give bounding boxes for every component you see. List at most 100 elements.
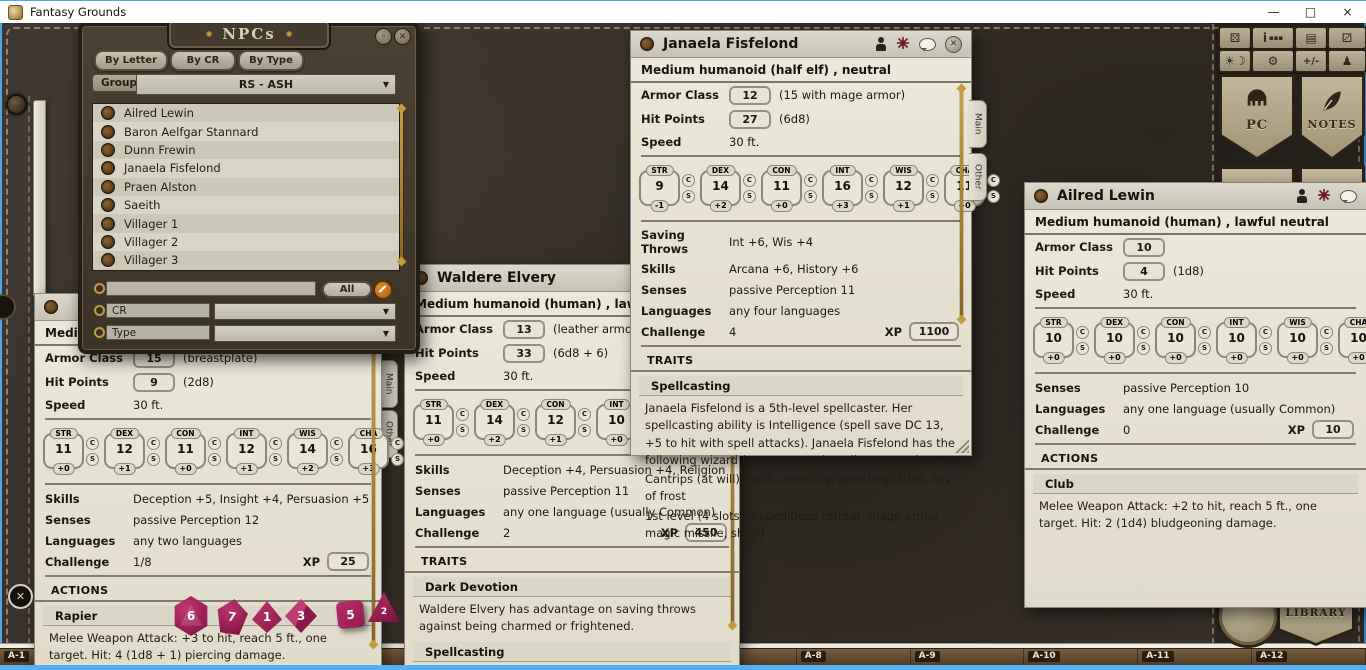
xp-value[interactable]: 25 [327, 552, 369, 571]
ability-save-button[interactable]: S [865, 190, 878, 203]
ability-save-button[interactable]: S [86, 453, 99, 466]
ability-save-button[interactable]: S [269, 453, 282, 466]
ability-check-button[interactable]: C [208, 437, 221, 450]
token-icon[interactable] [1296, 189, 1308, 203]
edit-list-button[interactable] [373, 280, 393, 300]
dice-bag-icon[interactable]: ⚂ [1327, 26, 1366, 50]
npc-link-icon[interactable] [101, 106, 115, 120]
spider-link-icon[interactable] [1317, 187, 1331, 206]
tab-main-janaela[interactable]: Main [969, 100, 987, 148]
npc-link-icon[interactable] [101, 161, 115, 175]
armor-class-value[interactable]: 10 [1123, 238, 1165, 257]
ability-save-button[interactable]: S [1259, 342, 1272, 355]
npc-link-icon[interactable] [101, 198, 115, 212]
ability-check-button[interactable]: C [926, 174, 939, 187]
ability-score[interactable]: 10 [1157, 331, 1194, 345]
npc-link-icon[interactable] [1034, 189, 1048, 203]
ability-save-button[interactable]: S [456, 424, 469, 437]
npc-list-scrollbar[interactable] [400, 109, 403, 261]
npc-search-input[interactable] [106, 281, 316, 296]
ability-check-button[interactable]: C [865, 174, 878, 187]
npc-link-icon[interactable] [101, 143, 115, 157]
hotkey-slot[interactable]: A-10 [1024, 649, 1138, 666]
npc-link-icon[interactable] [101, 125, 115, 139]
ability-check-button[interactable]: C [1198, 326, 1211, 339]
ability-score[interactable]: 12 [885, 179, 922, 193]
npc-list-item[interactable]: Villager 1 [93, 214, 399, 232]
npc-list-item[interactable]: Villager 3 [93, 251, 399, 269]
ability-score[interactable]: 10 [1279, 331, 1316, 345]
ability-save-button[interactable]: S [391, 453, 404, 466]
npc-list-item[interactable]: Villager 2 [93, 233, 399, 251]
xp-value[interactable]: 1100 [909, 322, 959, 341]
token-icon[interactable] [875, 37, 887, 51]
ability-save-button[interactable]: S [330, 453, 343, 466]
ability-check-button[interactable]: C [517, 408, 530, 421]
ability-check-button[interactable]: C [330, 437, 343, 450]
pc-banner[interactable]: PC [1219, 74, 1295, 160]
hit-points-value[interactable]: 9 [133, 373, 175, 392]
cr-filter-dropdown[interactable]: ▼ [214, 303, 396, 320]
ability-score[interactable]: 11 [415, 413, 452, 427]
ability-score[interactable]: 10 [1218, 331, 1255, 345]
ability-score[interactable]: 12 [228, 442, 265, 456]
ability-check-button[interactable]: C [987, 174, 1000, 187]
armor-class-value[interactable]: 13 [503, 320, 545, 339]
npc-link-icon[interactable] [101, 180, 115, 194]
chat-bubble-icon[interactable] [919, 38, 936, 51]
armor-class-value[interactable]: 12 [729, 86, 771, 105]
trait-item[interactable]: Spellcasting [413, 642, 731, 662]
ability-score[interactable]: 10 [1096, 331, 1133, 345]
ability-score[interactable]: 9 [641, 179, 678, 193]
book-icon[interactable]: ▤ [1294, 26, 1328, 50]
ability-save-button[interactable]: S [682, 190, 695, 203]
d6-die[interactable]: 5 [336, 600, 366, 630]
trait-item[interactable]: Dark Devotion [413, 577, 731, 597]
tab-by-letter[interactable]: By Letter [94, 50, 168, 71]
maximize-button[interactable]: □ [1292, 1, 1329, 23]
hit-points-value[interactable]: 4 [1123, 262, 1165, 281]
tab-other-janaela[interactable]: Other [969, 153, 987, 201]
ability-check-button[interactable]: C [1259, 326, 1272, 339]
modifier-stack-icon[interactable] [8, 584, 33, 609]
ability-score[interactable]: 14 [702, 179, 739, 193]
ability-save-button[interactable]: S [1137, 342, 1150, 355]
ability-save-button[interactable]: S [804, 190, 817, 203]
ability-check-button[interactable]: C [456, 408, 469, 421]
settings-gear-icon[interactable]: ⚙ [1251, 49, 1295, 73]
action-item[interactable]: Rapier [43, 606, 373, 626]
ability-save-button[interactable]: S [208, 453, 221, 466]
ability-check-button[interactable]: C [1137, 326, 1150, 339]
ability-score[interactable]: 16 [824, 179, 861, 193]
ability-score[interactable]: 11 [763, 179, 800, 193]
ability-save-button[interactable]: S [147, 453, 160, 466]
hotkey-slot[interactable]: A-9 [911, 649, 1025, 666]
action-item[interactable]: Club [1033, 474, 1358, 494]
npc-list-item[interactable]: Baron Aelfgar Stannard [93, 122, 399, 140]
tab-by-type[interactable]: By Type [238, 50, 304, 71]
npc-list-item[interactable]: Janaela Fisfelond [93, 159, 399, 177]
npc-list-item[interactable]: Saeith [93, 196, 399, 214]
ability-check-button[interactable]: C [86, 437, 99, 450]
ability-check-button[interactable]: C [682, 174, 695, 187]
ability-score[interactable]: 14 [289, 442, 326, 456]
ability-check-button[interactable]: C [804, 174, 817, 187]
ability-save-button[interactable]: S [743, 190, 756, 203]
window-pin-button[interactable]: ◦ [375, 28, 392, 45]
ability-score[interactable]: 11 [45, 442, 82, 456]
spider-link-icon[interactable] [896, 35, 910, 54]
ability-score[interactable]: 12 [106, 442, 143, 456]
filter-all-button[interactable]: All [322, 281, 372, 298]
type-filter-dropdown[interactable]: ▼ [214, 325, 396, 342]
hotkey-slot[interactable]: A-11 [1138, 649, 1252, 666]
ability-save-button[interactable]: S [517, 424, 530, 437]
ability-score[interactable]: 10 [1340, 331, 1366, 345]
tab-main-left-sheet[interactable]: Main [380, 360, 398, 408]
ability-score[interactable]: 16 [350, 442, 387, 456]
lighting-icon[interactable]: ☀☽ [1218, 49, 1252, 73]
ability-score[interactable]: 14 [476, 413, 513, 427]
ability-score[interactable]: 10 [1035, 331, 1072, 345]
ability-score[interactable]: 12 [537, 413, 574, 427]
minimize-button[interactable]: — [1255, 1, 1292, 23]
hotkey-slot[interactable]: A-8 [797, 649, 911, 666]
